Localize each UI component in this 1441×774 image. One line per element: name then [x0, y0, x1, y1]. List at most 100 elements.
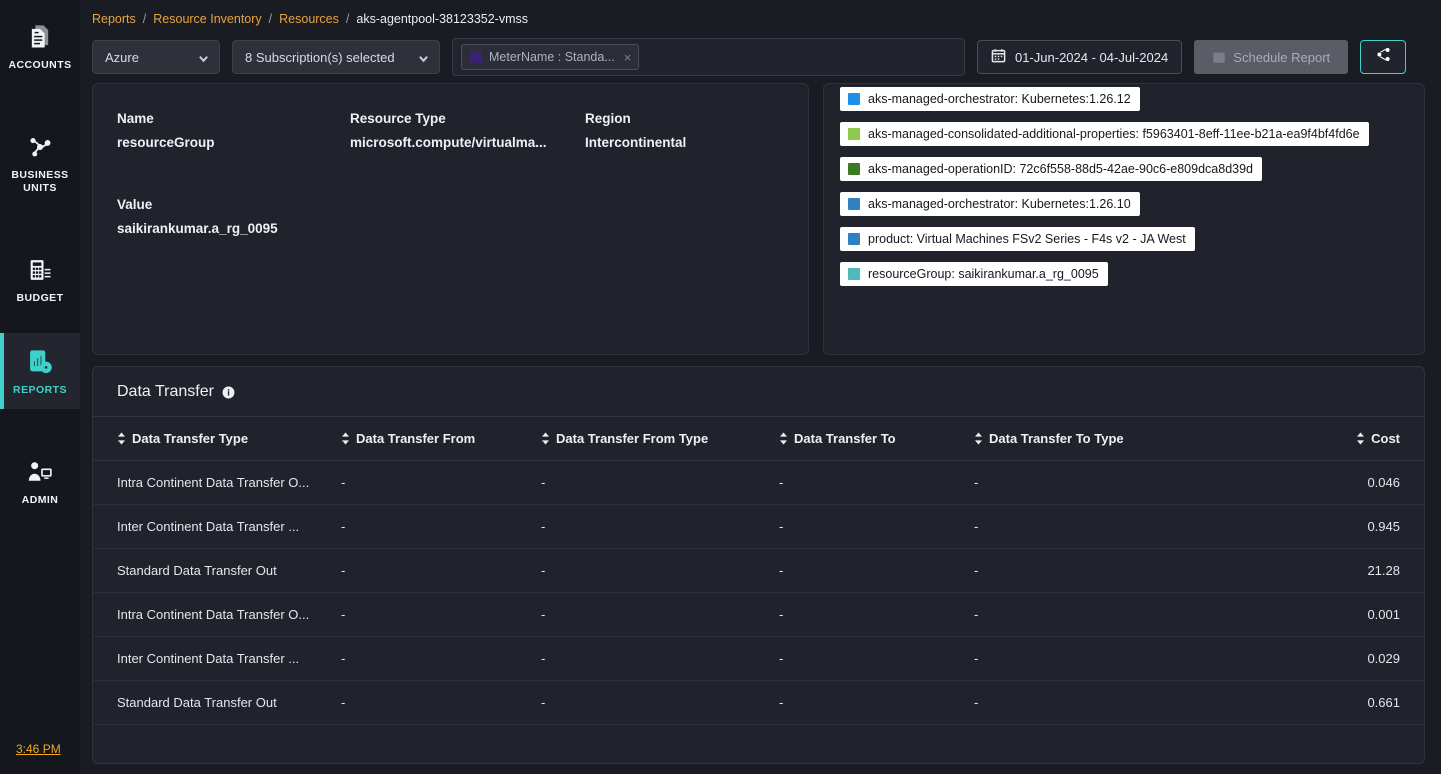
column-header-label: Cost: [1371, 431, 1400, 446]
cell-transfer-from-type: -: [541, 505, 779, 549]
cell-transfer-to-type: -: [974, 461, 1210, 505]
table-row[interactable]: Intra Continent Data Transfer O... - - -…: [93, 461, 1424, 505]
sidebar-item-accounts[interactable]: ACCOUNTS: [0, 8, 80, 84]
sidebar-item-label: ACCOUNTS: [8, 59, 71, 72]
sort-icon: [1356, 432, 1365, 445]
tag-row: aks-managed-operationID: 72c6f558-88d5-4…: [840, 157, 1412, 192]
cell-cost: 0.661: [1210, 681, 1424, 725]
share-icon: [1376, 47, 1391, 67]
column-header-cost[interactable]: Cost: [1210, 417, 1424, 461]
date-range-picker[interactable]: 01-Jun-2024 - 04-Jul-2024: [977, 40, 1182, 74]
breadcrumb-item-resource-inventory[interactable]: Resource Inventory: [153, 11, 261, 27]
filter-chip-metername[interactable]: MeterName : Standa... ×: [461, 44, 639, 70]
sidebar-item-budget[interactable]: BUDGET: [0, 241, 80, 317]
resource-info-panel: Name resourceGroup Resource Type microso…: [92, 83, 809, 355]
documents-icon: [25, 22, 55, 52]
sidebar-spacer: [0, 519, 80, 742]
breadcrumb-item-reports[interactable]: Reports: [92, 11, 136, 27]
column-header-data-transfer-type[interactable]: Data Transfer Type: [93, 417, 341, 461]
close-icon[interactable]: ×: [624, 50, 632, 65]
info-field-label: Value: [117, 196, 784, 214]
chevron-down-icon: [418, 52, 429, 63]
column-header-data-transfer-to[interactable]: Data Transfer To: [779, 417, 974, 461]
chip-color-swatch: [470, 51, 482, 63]
tag-item[interactable]: product: Virtual Machines FSv2 Series - …: [840, 227, 1195, 251]
sidebar-item-label: ADMIN: [22, 494, 59, 507]
cell-cost: 0.001: [1210, 593, 1424, 637]
tag-label: aks-managed-orchestrator: Kubernetes:1.2…: [868, 91, 1131, 107]
tag-row: aks-managed-orchestrator: Kubernetes:1.2…: [840, 92, 1412, 122]
tag-item[interactable]: aks-managed-orchestrator: Kubernetes:1.2…: [840, 192, 1140, 216]
tag-color-swatch: [848, 163, 860, 175]
cell-transfer-from: -: [341, 461, 541, 505]
app-root: ACCOUNTS BUSINESS UNITS BUDGET REPORTS A: [0, 0, 1441, 774]
column-header-data-transfer-from-type[interactable]: Data Transfer From Type: [541, 417, 779, 461]
cell-transfer-from-type: -: [541, 461, 779, 505]
sort-icon: [341, 432, 350, 445]
table-row[interactable]: Inter Continent Data Transfer ... - - - …: [93, 637, 1424, 681]
sort-icon: [779, 432, 788, 445]
clock-display[interactable]: 3:46 PM: [0, 742, 80, 774]
info-field-label: Name: [117, 110, 350, 128]
tag-color-swatch: [848, 233, 860, 245]
page-content: Name resourceGroup Resource Type microso…: [80, 76, 1441, 774]
column-header-label: Data Transfer To Type: [989, 431, 1124, 446]
breadcrumb: Reports / Resource Inventory / Resources…: [92, 11, 1425, 27]
cell-transfer-from: -: [341, 681, 541, 725]
tag-item[interactable]: aks-managed-orchestrator: Kubernetes:1.2…: [840, 87, 1140, 111]
tags-scroll-area[interactable]: aks-managed-orchestrator: Kubernetes:1.2…: [824, 84, 1424, 354]
tag-item[interactable]: aks-managed-consolidated-additional-prop…: [840, 122, 1369, 146]
tag-item[interactable]: resourceGroup: saikirankumar.a_rg_0095: [840, 262, 1108, 286]
tag-color-swatch: [848, 198, 860, 210]
cell-transfer-to: -: [779, 505, 974, 549]
cell-transfer-to-type: -: [974, 593, 1210, 637]
cell-transfer-from: -: [341, 637, 541, 681]
cell-cost: 0.029: [1210, 637, 1424, 681]
column-header-data-transfer-to-type[interactable]: Data Transfer To Type: [974, 417, 1210, 461]
info-field-resource-type: Resource Type microsoft.compute/virtualm…: [350, 110, 585, 152]
filter-input-bar[interactable]: MeterName : Standa... ×: [452, 38, 965, 76]
table-row[interactable]: Inter Continent Data Transfer ... - - - …: [93, 505, 1424, 549]
sort-icon: [117, 432, 126, 445]
table-body: Intra Continent Data Transfer O... - - -…: [93, 461, 1424, 725]
sidebar-item-admin[interactable]: ADMIN: [0, 443, 80, 519]
cell-transfer-from-type: -: [541, 637, 779, 681]
user-monitor-icon: [25, 457, 55, 487]
breadcrumb-item-resources[interactable]: Resources: [279, 11, 339, 27]
cell-transfer-to: -: [779, 637, 974, 681]
tag-item[interactable]: aks-managed-operationID: 72c6f558-88d5-4…: [840, 157, 1262, 181]
top-panels-row: Name resourceGroup Resource Type microso…: [92, 83, 1425, 355]
cell-transfer-to: -: [779, 681, 974, 725]
tag-color-swatch: [848, 93, 860, 105]
table-row[interactable]: Intra Continent Data Transfer O... - - -…: [93, 593, 1424, 637]
breadcrumb-separator: /: [346, 11, 349, 27]
schedule-report-button[interactable]: Schedule Report: [1194, 40, 1348, 74]
column-header-data-transfer-from[interactable]: Data Transfer From: [341, 417, 541, 461]
date-range-value: 01-Jun-2024 - 04-Jul-2024: [1015, 50, 1168, 65]
table-row[interactable]: Standard Data Transfer Out - - - - 21.28: [93, 549, 1424, 593]
cell-transfer-from: -: [341, 505, 541, 549]
sidebar-item-reports[interactable]: REPORTS: [0, 333, 80, 409]
share-button[interactable]: [1360, 40, 1406, 74]
resource-tags-panel[interactable]: aks-managed-orchestrator: Kubernetes:1.2…: [823, 83, 1425, 355]
cell-transfer-to: -: [779, 593, 974, 637]
info-icon[interactable]: [222, 386, 235, 399]
cloud-provider-select[interactable]: Azure: [92, 40, 220, 74]
schedule-report-label: Schedule Report: [1233, 50, 1330, 65]
data-transfer-panel: Data Transfer: [92, 366, 1425, 764]
table-row[interactable]: Standard Data Transfer Out - - - - 0.661: [93, 681, 1424, 725]
cell-transfer-from-type: -: [541, 549, 779, 593]
subscription-select[interactable]: 8 Subscription(s) selected: [232, 40, 440, 74]
filter-toolbar: Azure 8 Subscription(s) selected MeterNa…: [92, 38, 1425, 76]
cell-transfer-to-type: -: [974, 549, 1210, 593]
page-header: Reports / Resource Inventory / Resources…: [80, 0, 1441, 76]
cell-cost: 0.046: [1210, 461, 1424, 505]
tag-row: aks-managed-orchestrator: Kubernetes:1.2…: [840, 192, 1412, 227]
network-nodes-icon: [25, 132, 55, 162]
cell-transfer-from: -: [341, 549, 541, 593]
sidebar-item-business-units[interactable]: BUSINESS UNITS: [0, 118, 80, 207]
cell-transfer-type: Standard Data Transfer Out: [93, 681, 341, 725]
breadcrumb-separator: /: [269, 11, 272, 27]
tag-row: aks-managed-consolidated-additional-prop…: [840, 122, 1412, 157]
cell-transfer-from-type: -: [541, 681, 779, 725]
